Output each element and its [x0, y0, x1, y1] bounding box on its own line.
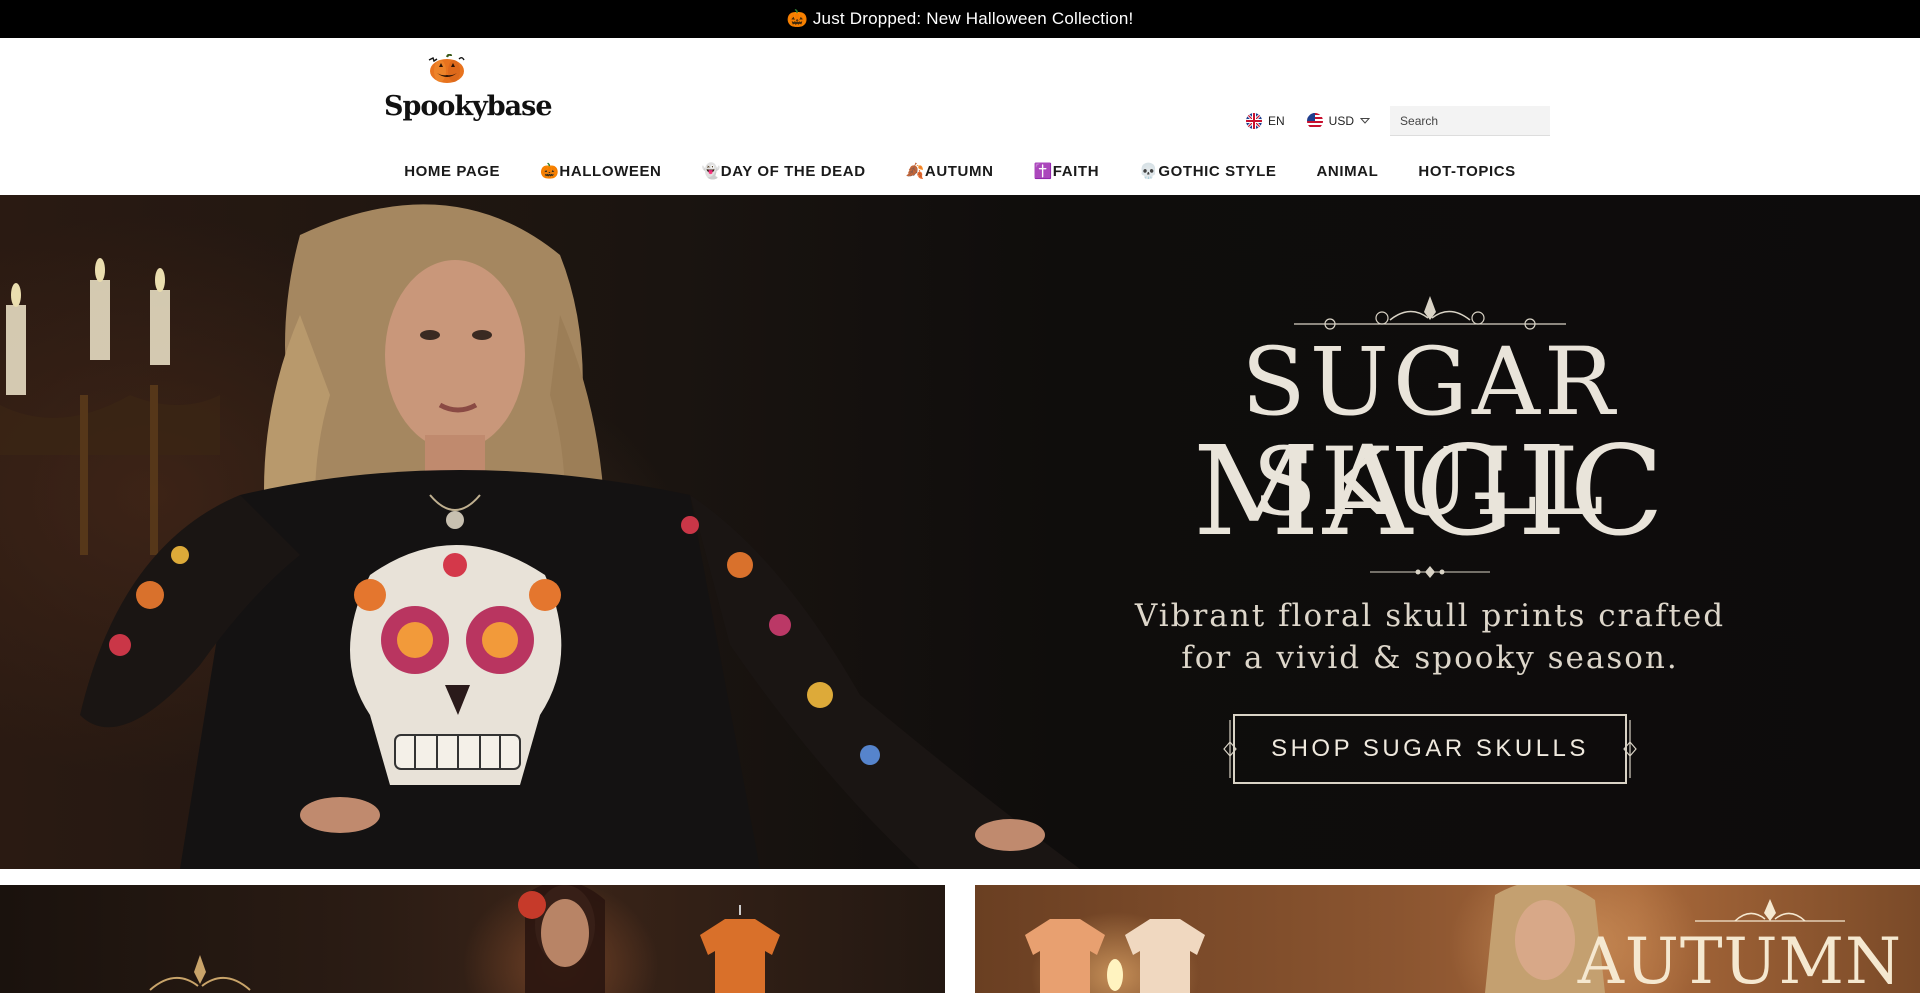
header-tools: EN USD	[1246, 106, 1556, 136]
card-model-image	[518, 885, 605, 993]
card-ornament-icon	[149, 955, 251, 991]
nav-item-gothic-style[interactable]: 💀GOTHIC STYLE	[1139, 162, 1276, 180]
autumn-card-title: AUTUMN	[1577, 925, 1902, 993]
hero-subtitle: Vibrant floral skull prints crafted for …	[1060, 595, 1800, 679]
hanging-shirt-image	[700, 905, 780, 993]
hero-title-line2: MAGIC	[1192, 420, 1668, 564]
leaf-ornament-icon	[1695, 899, 1845, 922]
day-of-the-dead-card[interactable]	[0, 885, 945, 993]
search-input[interactable]	[1400, 113, 1556, 128]
cta-ornament-left-icon	[1223, 720, 1237, 778]
nav-item-faith[interactable]: ✝️FAITH	[1034, 162, 1100, 180]
main-nav: HOME PAGE 🎃HALLOWEEN 👻DAY OF THE DEAD 🍂A…	[0, 156, 1920, 186]
flourish-ornament	[1294, 296, 1566, 330]
nav-item-hot-topics[interactable]: HOT-TOPICS	[1418, 163, 1515, 180]
language-label: EN	[1268, 114, 1285, 128]
autumn-card[interactable]: AUTUMN	[975, 885, 1920, 993]
us-flag-icon	[1306, 113, 1323, 129]
nav-item-autumn[interactable]: 🍂AUTUMN	[906, 162, 994, 180]
hero-subtitle-line1: Vibrant floral skull prints crafted	[1134, 598, 1726, 634]
chevron-down-icon	[1360, 118, 1371, 124]
announcement-text: 🎃 Just Dropped: New Halloween Collection…	[786, 9, 1134, 28]
language-selector[interactable]: EN	[1246, 113, 1285, 129]
currency-label: USD	[1328, 114, 1355, 128]
search-box	[1390, 106, 1556, 136]
nav-item-home-page[interactable]: HOME PAGE	[404, 163, 500, 180]
shop-sugar-skulls-button[interactable]: SHOP SUGAR SKULLS	[1223, 714, 1637, 784]
collection-cards: AUTUMN	[0, 885, 1920, 993]
hero-text-block: SUGAR SKULL MAGIC Vibrant floral skull p…	[1060, 195, 1800, 869]
sugar-skull-print	[350, 545, 562, 785]
logo-wordmark: Spookybase	[384, 91, 553, 122]
nav-item-animal[interactable]: ANIMAL	[1316, 163, 1378, 180]
hero-subtitle-line2: for a vivid & spooky season.	[1181, 640, 1679, 676]
cta-label: SHOP SUGAR SKULLS	[1271, 735, 1589, 762]
site-header: Spookybase EN USD Search HOME PAGE 🎃HALL…	[0, 38, 1920, 195]
logo[interactable]: Spookybase	[384, 54, 553, 122]
cta-ornament-right-icon	[1623, 720, 1637, 778]
nav-item-day-of-the-dead[interactable]: 👻DAY OF THE DEAD	[702, 162, 866, 180]
nav-item-halloween[interactable]: 🎃HALLOWEEN	[540, 162, 661, 180]
pumpkin-logo-icon	[428, 54, 465, 83]
hero-banner[interactable]: SUGAR SKULL MAGIC Vibrant floral skull p…	[0, 195, 1920, 869]
currency-selector[interactable]: USD	[1306, 113, 1371, 129]
card-shirts-image	[1025, 919, 1205, 993]
divider-ornament	[1370, 566, 1490, 578]
uk-flag-icon	[1246, 113, 1262, 129]
hero-model-image	[0, 204, 1080, 869]
announcement-bar: 🎃 Just Dropped: New Halloween Collection…	[0, 0, 1920, 38]
